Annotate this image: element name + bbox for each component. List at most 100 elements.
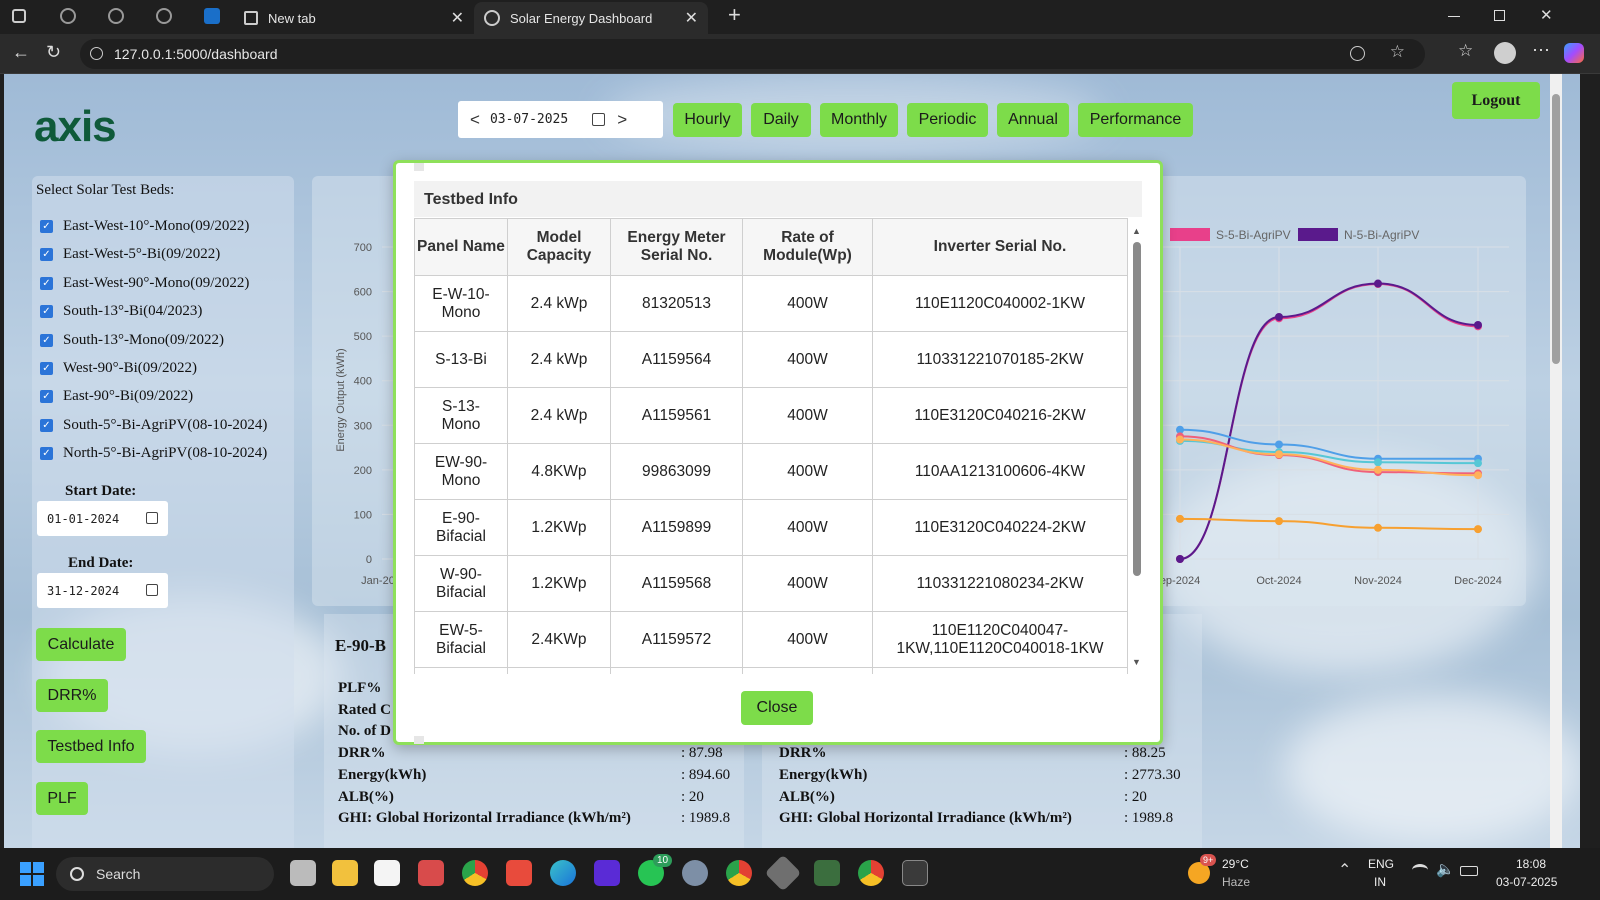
hourly-button[interactable]: Hourly: [673, 103, 742, 137]
page-scrollbar[interactable]: [1550, 74, 1562, 848]
paint-app-icon[interactable]: [594, 860, 620, 886]
taskbar-search[interactable]: Search: [56, 857, 274, 891]
daily-button[interactable]: Daily: [751, 103, 811, 137]
testbed-checkbox-7[interactable]: ✓ East-90°-Bi(09/2022): [40, 388, 193, 405]
testbed-table-scroll[interactable]: Panel Name Model Capacity Energy Meter S…: [414, 218, 1130, 674]
copilot-icon[interactable]: [1564, 43, 1584, 63]
weather-desc[interactable]: Haze: [1222, 875, 1250, 889]
close-tab-icon[interactable]: ✕: [685, 8, 698, 28]
maximize-icon[interactable]: [1494, 10, 1505, 21]
favorites-icon[interactable]: ☆: [1458, 41, 1473, 61]
back-icon[interactable]: ←: [12, 42, 30, 63]
start-windows-icon[interactable]: [20, 862, 44, 886]
stat-label: No. of D: [338, 723, 391, 740]
checkbox-checked-icon[interactable]: ✓: [40, 390, 53, 403]
notepad-icon[interactable]: [374, 860, 400, 886]
pinned-tab-icon-1[interactable]: [60, 8, 76, 24]
task-view-icon[interactable]: [290, 860, 316, 886]
snipping-tool-icon[interactable]: [418, 860, 444, 886]
testbed-checkbox-9[interactable]: ✓ North-5°-Bi-AgriPV(08-10-2024): [40, 445, 267, 462]
calculate-button[interactable]: Calculate: [36, 628, 126, 661]
chrome-icon[interactable]: [462, 860, 488, 886]
wifi-icon[interactable]: [1412, 864, 1428, 876]
tab-solar-dashboard[interactable]: Solar Energy Dashboard ✕: [474, 2, 708, 34]
prev-date-button[interactable]: <: [470, 110, 480, 130]
terminal-icon[interactable]: [902, 860, 928, 886]
scroll-up-arrow-icon[interactable]: ▲: [1132, 226, 1141, 236]
tab-new-tab[interactable]: New tab ✕: [236, 4, 472, 32]
series-point: [1374, 279, 1382, 288]
weather-temp[interactable]: 29°C: [1222, 857, 1249, 871]
drr-button[interactable]: DRR%: [36, 679, 108, 712]
testbed-label: South-13°-Mono(09/2022): [63, 332, 224, 348]
testbed-checkbox-5[interactable]: ✓ South-13°-Mono(09/2022): [40, 332, 224, 349]
clock-date[interactable]: 03-07-2025: [1496, 875, 1557, 889]
checkbox-checked-icon[interactable]: ✓: [40, 277, 53, 290]
checkbox-checked-icon[interactable]: ✓: [40, 334, 53, 347]
close-tab-icon[interactable]: ✕: [451, 8, 464, 28]
close-modal-button[interactable]: Close: [741, 691, 813, 725]
annual-button[interactable]: Annual: [997, 103, 1069, 137]
settings-gear-icon[interactable]: [682, 860, 708, 886]
calendar-icon[interactable]: [146, 584, 158, 596]
checkbox-checked-icon[interactable]: ✓: [40, 362, 53, 375]
git-app-icon[interactable]: [764, 854, 802, 892]
pinned-tab-icon-3[interactable]: [156, 8, 172, 24]
testbed-checkbox-2[interactable]: ✓ East-West-5°-Bi(09/2022): [40, 246, 220, 263]
next-date-button[interactable]: >: [617, 110, 627, 130]
edge-icon[interactable]: [550, 860, 576, 886]
tab-actions-icon[interactable]: [12, 9, 26, 23]
site-info-icon[interactable]: [90, 47, 103, 60]
more-menu-icon[interactable]: ⋯: [1532, 40, 1550, 61]
new-tab-button[interactable]: +: [728, 2, 741, 28]
start-date-input[interactable]: 01-01-2024: [37, 501, 168, 536]
url-input[interactable]: 127.0.0.1:5000/dashboard ☆: [80, 39, 1425, 69]
logout-button[interactable]: Logout: [1452, 82, 1540, 119]
testbed-checkbox-3[interactable]: ✓ East-West-90°-Mono(09/2022): [40, 275, 249, 292]
scroll-down-arrow-icon[interactable]: ▼: [1132, 657, 1141, 667]
minimize-icon[interactable]: [1448, 16, 1460, 17]
table-scrollbar-thumb[interactable]: [1133, 242, 1141, 576]
chevron-up-icon[interactable]: ⌃: [1338, 860, 1351, 880]
end-date-input[interactable]: 31-12-2024: [37, 573, 168, 608]
close-window-icon[interactable]: ✕: [1540, 6, 1553, 24]
chrome-profile-icon[interactable]: [726, 860, 752, 886]
header-date-input[interactable]: 03-07-2025: [490, 112, 568, 127]
profile-avatar[interactable]: [1494, 42, 1516, 64]
checkbox-checked-icon[interactable]: ✓: [40, 419, 53, 432]
file-explorer-icon[interactable]: [332, 860, 358, 886]
pinned-tab-icon-2[interactable]: [108, 8, 124, 24]
lang-line-1[interactable]: ENG: [1368, 857, 1394, 871]
calendar-icon[interactable]: [592, 113, 606, 126]
performance-button[interactable]: Performance: [1078, 103, 1193, 137]
android-studio-icon[interactable]: [814, 860, 840, 886]
battery-icon[interactable]: [1460, 866, 1478, 876]
cell-inverter-serial: 110331221080234-2KW: [872, 555, 1128, 612]
checkbox-checked-icon[interactable]: ✓: [40, 220, 53, 233]
testbed-checkbox-4[interactable]: ✓ South-13°-Bi(04/2023): [40, 303, 202, 320]
testbed-checkbox-1[interactable]: ✓ East-West-10°-Mono(09/2022): [40, 218, 249, 235]
testbed-checkbox-6[interactable]: ✓ West-90°-Bi(09/2022): [40, 360, 197, 377]
anydesk-icon[interactable]: [506, 860, 532, 886]
checkbox-checked-icon[interactable]: ✓: [40, 447, 53, 460]
lang-line-2[interactable]: IN: [1374, 875, 1386, 889]
table-scrollbar[interactable]: ▲ ▼: [1130, 226, 1144, 672]
plf-button[interactable]: PLF: [36, 782, 88, 815]
testbed-info-button[interactable]: Testbed Info: [36, 730, 146, 763]
periodic-button[interactable]: Periodic: [907, 103, 988, 137]
series-point: [1176, 435, 1184, 444]
favorite-star-icon[interactable]: ☆: [1390, 42, 1405, 62]
checkbox-checked-icon[interactable]: ✓: [40, 248, 53, 261]
calendar-icon[interactable]: [146, 512, 158, 524]
page-scrollbar-thumb[interactable]: [1552, 94, 1560, 364]
testbed-checkbox-8[interactable]: ✓ South-5°-Bi-AgriPV(08-10-2024): [40, 417, 267, 434]
reader-icon[interactable]: [1350, 46, 1365, 61]
checkbox-checked-icon[interactable]: ✓: [40, 305, 53, 318]
volume-icon[interactable]: 🔈: [1436, 860, 1455, 878]
monthly-button[interactable]: Monthly: [820, 103, 898, 137]
chrome-dev-icon[interactable]: [858, 860, 884, 886]
reload-icon[interactable]: ↻: [46, 42, 61, 63]
col-rate-module: Rate of Module(Wp): [742, 218, 873, 276]
clock-time[interactable]: 18:08: [1516, 857, 1546, 871]
outlook-tab-icon[interactable]: [204, 8, 220, 24]
